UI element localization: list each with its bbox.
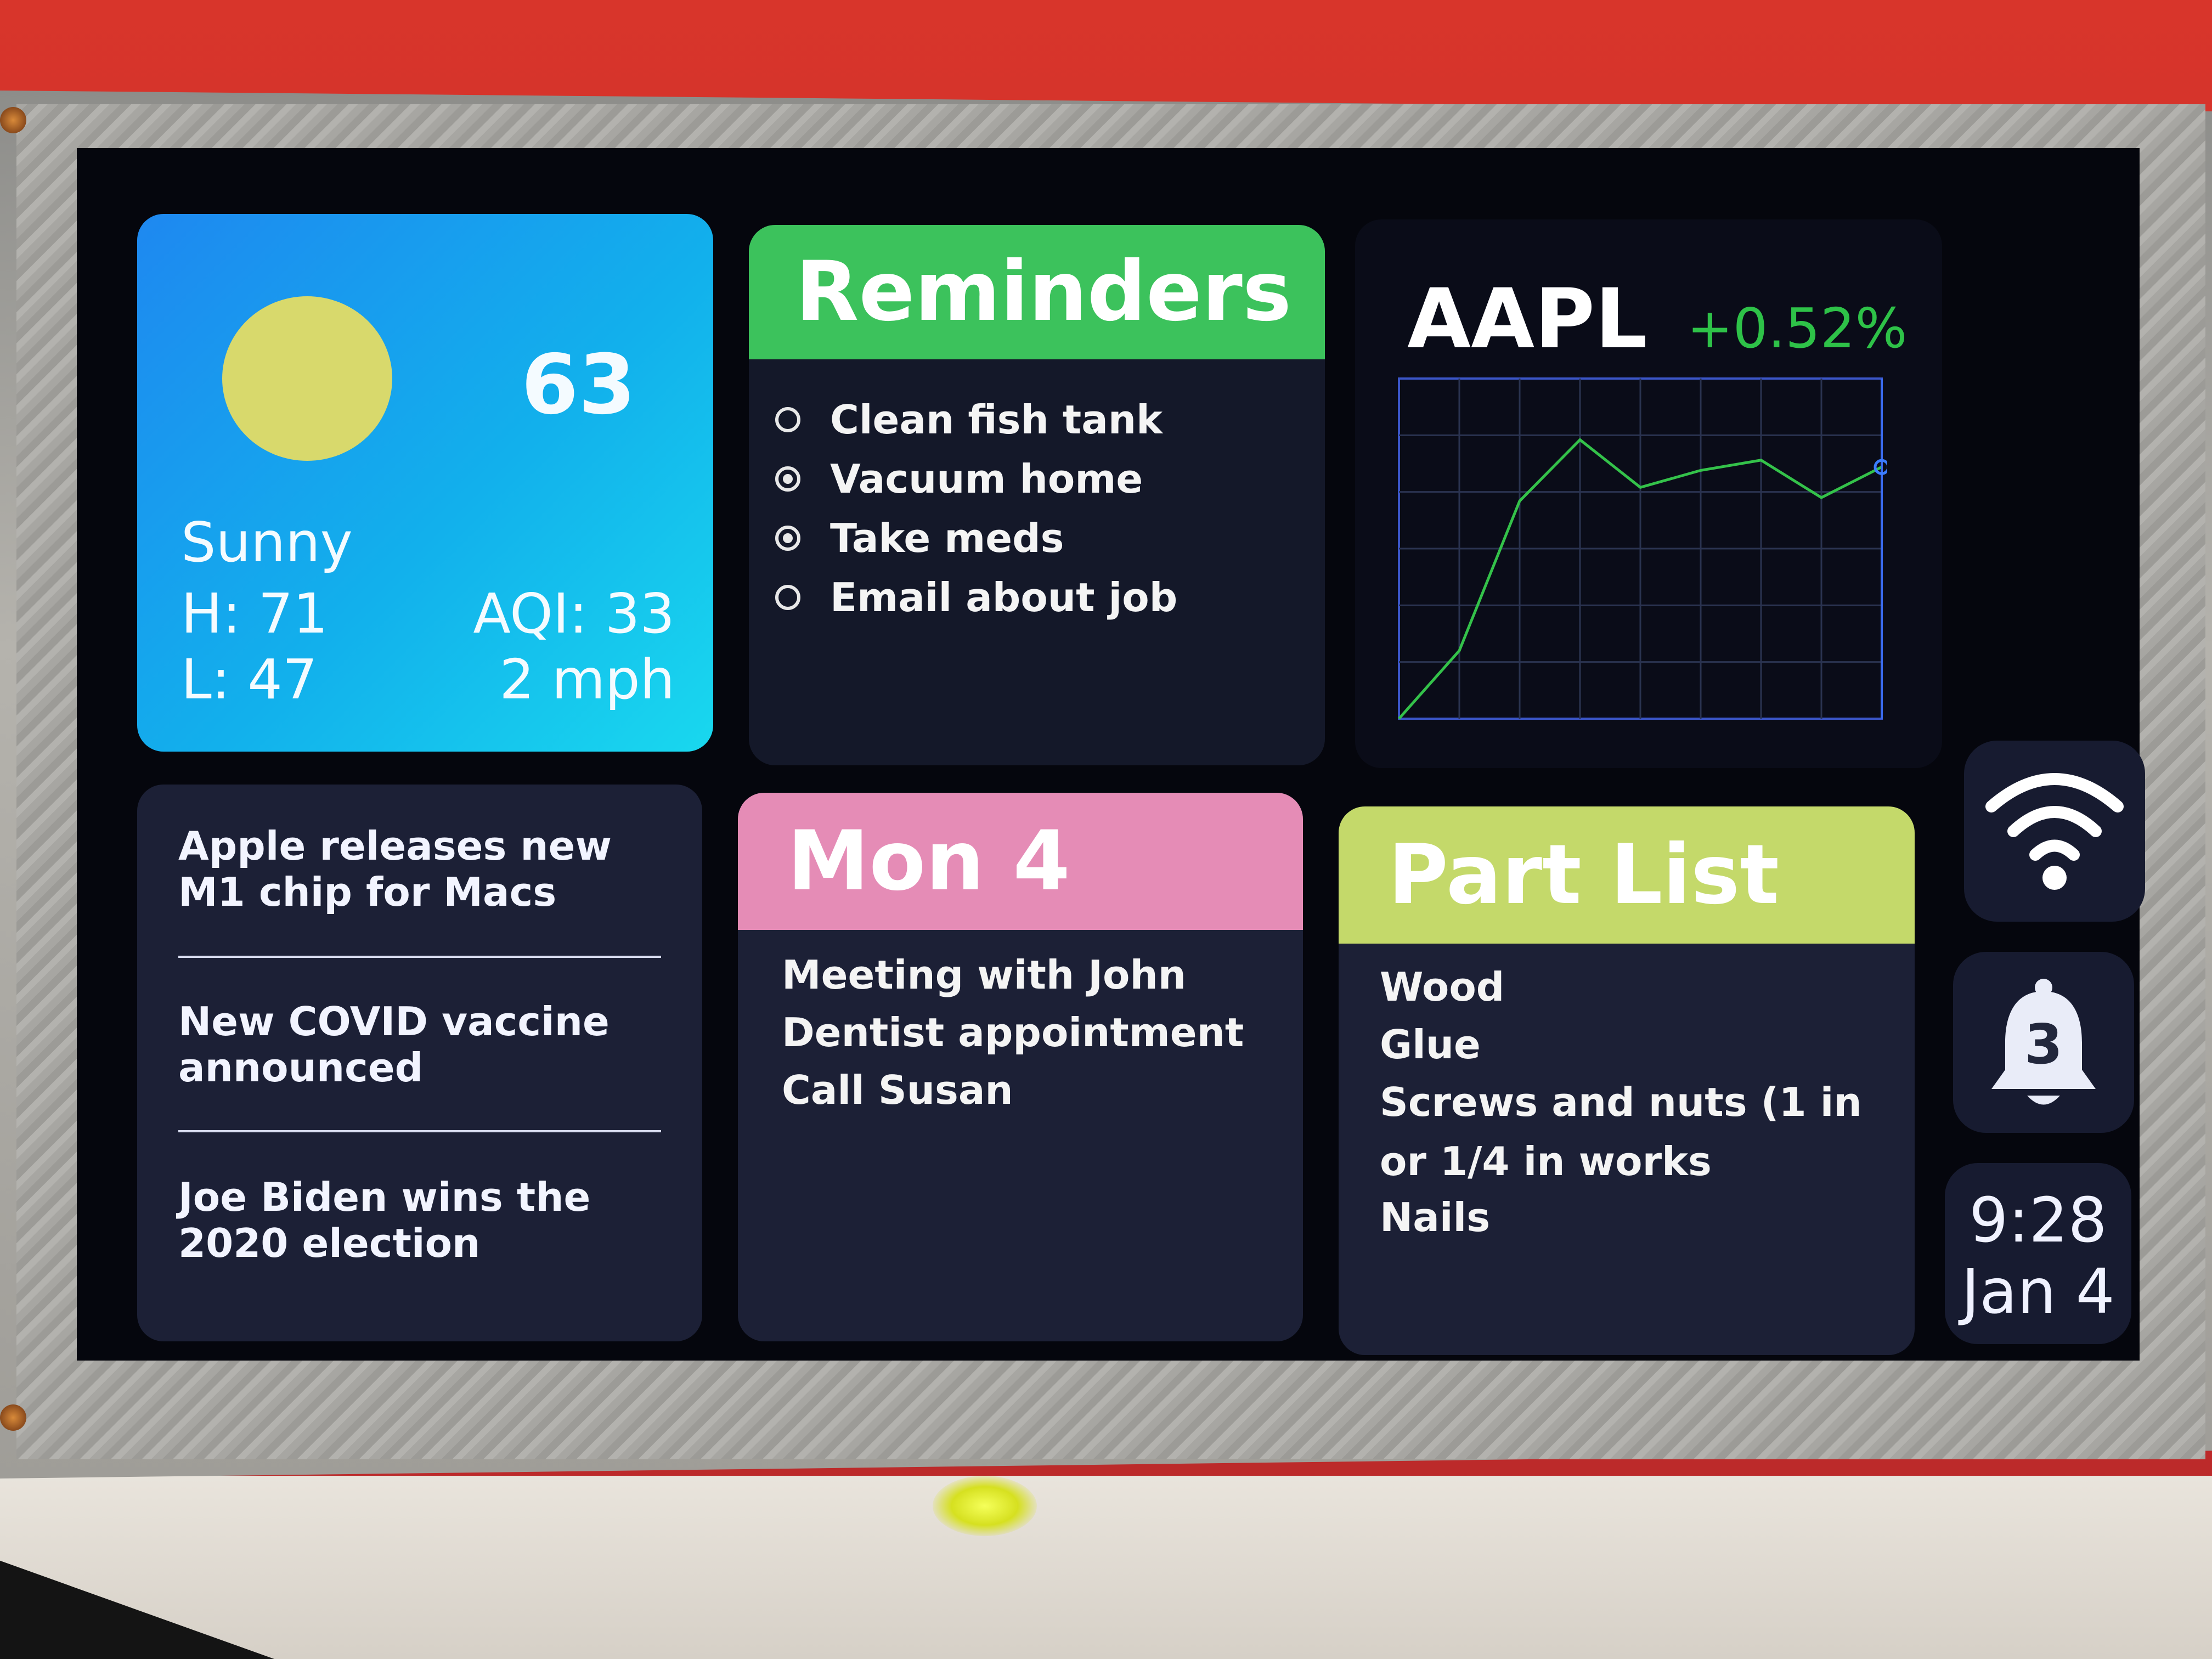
weather-condition: Sunny — [181, 510, 353, 574]
reminder-label: Email about job — [830, 574, 1178, 620]
part-item[interactable]: Nails — [1380, 1188, 1874, 1247]
part-item[interactable]: Screws and nuts (1 in or 1/4 in works — [1380, 1073, 1874, 1191]
stock-card[interactable]: AAPL +0.52% — [1355, 219, 1942, 768]
calendar-event[interactable]: Meeting with John — [782, 952, 1186, 998]
calendar-event[interactable]: Call Susan — [782, 1067, 1013, 1113]
stock-ticker: AAPL — [1407, 272, 1647, 367]
reminder-label: Vacuum home — [830, 456, 1143, 502]
part-item[interactable]: Wood — [1380, 957, 1874, 1017]
news-divider — [178, 1130, 661, 1132]
screw — [0, 1404, 26, 1431]
reminder-item[interactable]: Take meds — [775, 508, 1064, 568]
notification-count: 3 — [2024, 1012, 2063, 1076]
news-headline[interactable]: Joe Biden wins the 2020 election — [178, 1174, 661, 1266]
clock-time: 9:28 — [1969, 1185, 2107, 1256]
part-list-card[interactable]: Part List Wood Glue Screws and nuts (1 i… — [1339, 806, 1915, 1355]
part-item[interactable]: Glue — [1380, 1015, 1874, 1074]
part-list-title: Part List — [1339, 806, 1915, 944]
clock-card: 9:28 Jan 4 — [1945, 1163, 2131, 1344]
wifi-icon — [1985, 773, 2124, 890]
calendar-card[interactable]: Mon 4 Meeting with John Dentist appointm… — [738, 793, 1303, 1341]
stock-line-chart — [1398, 377, 1887, 720]
news-divider — [178, 956, 661, 958]
wifi-button[interactable] — [1964, 741, 2145, 922]
reminder-label: Take meds — [830, 515, 1064, 561]
reminder-label: Clean fish tank — [830, 397, 1163, 443]
desk-surface — [0, 1476, 2212, 1659]
reminders-title: Reminders — [749, 225, 1325, 359]
reminder-radio[interactable] — [775, 526, 800, 551]
indicator-led — [933, 1476, 1037, 1536]
low-temperature: L: 47 — [181, 647, 318, 712]
clock-date: Jan 4 — [1961, 1256, 2115, 1328]
screw — [0, 107, 26, 133]
stock-change: +0.52% — [1687, 296, 1908, 360]
calendar-title: Mon 4 — [738, 793, 1303, 930]
reminder-radio[interactable] — [775, 585, 800, 610]
reminder-item[interactable]: Vacuum home — [775, 449, 1143, 509]
notifications-button[interactable]: 3 — [1953, 952, 2134, 1133]
reminder-radio[interactable] — [775, 466, 800, 492]
news-headline[interactable]: New COVID vaccine announced — [178, 998, 661, 1091]
reminders-card[interactable]: Reminders Clean fish tank Vacuum home Ta… — [749, 225, 1325, 765]
reminder-item[interactable]: Clean fish tank — [775, 390, 1163, 450]
news-headline[interactable]: Apple releases new M1 chip for Macs — [178, 823, 661, 915]
wind-speed: 2 mph — [499, 647, 675, 712]
reminder-radio[interactable] — [775, 407, 800, 432]
reminder-item[interactable]: Email about job — [775, 567, 1177, 628]
news-card[interactable]: Apple releases new M1 chip for Macs New … — [137, 785, 702, 1341]
calendar-event[interactable]: Dentist appointment — [782, 1009, 1244, 1056]
high-temperature: H: 71 — [181, 582, 328, 646]
dashboard-screen: 63 Sunny H: 71 L: 47 AQI: 33 2 mph Remin… — [77, 148, 2145, 1361]
temperature: 63 — [521, 337, 636, 433]
air-quality: AQI: 33 — [473, 582, 675, 646]
weather-card[interactable]: 63 Sunny H: 71 L: 47 AQI: 33 2 mph — [137, 214, 713, 752]
sun-icon — [222, 296, 392, 461]
